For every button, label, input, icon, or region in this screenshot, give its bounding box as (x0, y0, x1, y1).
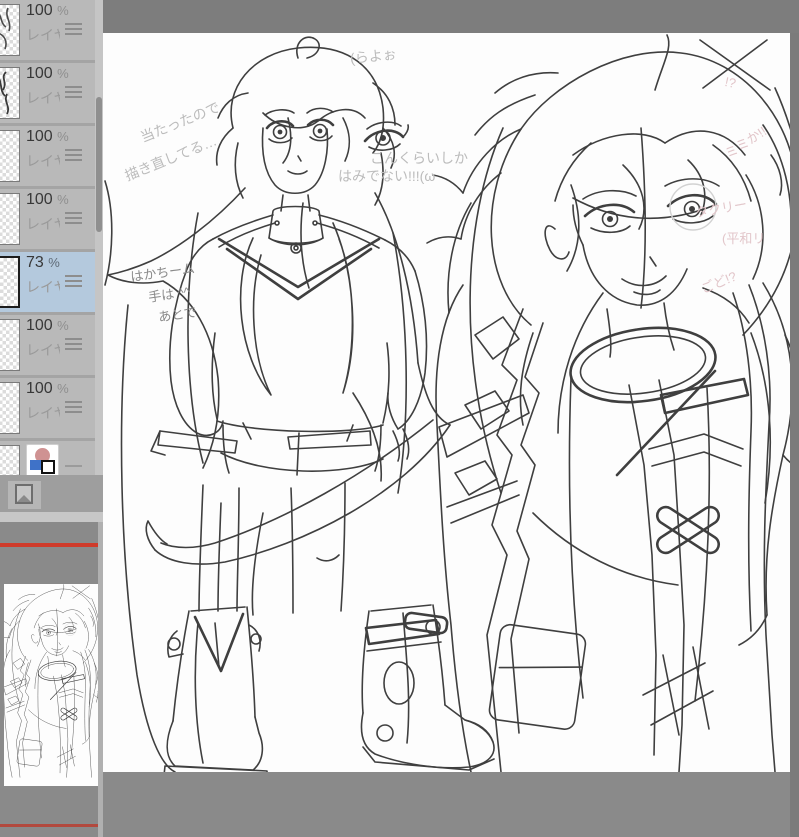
layer-thumbnail[interactable] (0, 193, 20, 245)
navigator-view-rect-bottom-edge (0, 824, 98, 827)
paint-app-window: 100 % レイヤ 100 % レイヤ 100 % レイ (0, 0, 799, 837)
layer-opacity[interactable]: 100 % (26, 128, 69, 146)
layer-opacity[interactable]: 100 % (26, 317, 69, 335)
canvas-surround-bottom (103, 772, 790, 837)
hamburger-icon[interactable] (65, 338, 82, 350)
layer-name: レイヤ (26, 90, 60, 106)
hamburger-icon[interactable] (65, 86, 82, 98)
layer-name: レイヤ (26, 27, 60, 43)
layer-row[interactable]: 100 % レイヤ (0, 378, 95, 438)
sketch-artwork (104, 34, 790, 772)
hamburger-icon[interactable] (65, 401, 82, 413)
layer-thumbnail[interactable] (0, 382, 20, 434)
layers-scrollbar-track[interactable] (95, 0, 103, 512)
navigator-preview-art (4, 584, 98, 778)
layer-thumbnail[interactable] (0, 67, 20, 119)
layer-row[interactable]: 100 % レイヤ (0, 315, 95, 375)
layer-name: レイヤ (26, 342, 60, 358)
layer-row[interactable]: 100 % レイヤ (0, 63, 95, 123)
canvas-surround-top (103, 0, 799, 33)
palette-toolbar (0, 475, 103, 512)
canvas-surround-right (790, 33, 799, 837)
navigator-canvas-preview[interactable] (4, 584, 98, 786)
layer-row-selected[interactable]: 73 % レイヤ (0, 252, 95, 312)
layer-row-paper[interactable] (0, 441, 95, 475)
layer-name: レイヤ (26, 405, 60, 421)
layer-opacity[interactable]: 100 % (26, 65, 69, 83)
paper-color-icon (26, 444, 59, 475)
left-panel-column: 100 % レイヤ 100 % レイヤ 100 % レイ (0, 0, 103, 837)
layer-name: レイヤ (26, 279, 60, 295)
layer-opacity[interactable]: 100 % (26, 191, 69, 209)
hamburger-icon[interactable] (65, 149, 82, 161)
hamburger-icon[interactable] (65, 465, 82, 475)
layer-opacity[interactable]: 73 % (26, 254, 60, 272)
layer-thumbnail[interactable] (0, 4, 20, 56)
layer-thumbnail[interactable] (0, 319, 20, 371)
layer-list: 100 % レイヤ 100 % レイヤ 100 % レイ (0, 0, 95, 475)
layer-thumbnail[interactable] (0, 130, 20, 182)
navigator-view-rect-top-edge (0, 543, 98, 547)
layer-opacity[interactable]: 100 % (26, 380, 69, 398)
layer-name: レイヤ (26, 216, 60, 232)
layer-row[interactable]: 100 % レイヤ (0, 126, 95, 186)
layer-thumbnail[interactable] (0, 256, 20, 308)
hamburger-icon[interactable] (65, 212, 82, 224)
layer-thumbnail[interactable] (0, 445, 20, 475)
canvas-page-icon[interactable] (8, 481, 41, 509)
layers-scrollbar-thumb[interactable] (96, 97, 102, 232)
layer-opacity[interactable]: 100 % (26, 2, 69, 20)
layer-name: レイヤ (26, 153, 60, 169)
layer-row[interactable]: 100 % レイヤ (0, 0, 95, 60)
drawing-canvas[interactable]: 当たったので 描き直してる… (らよぉ こんくらいしか はみでない!!!(ω は… (103, 33, 790, 772)
layer-row[interactable]: 100 % レイヤ (0, 189, 95, 249)
hamburger-icon[interactable] (65, 275, 82, 287)
navigator-header-bar[interactable] (0, 512, 103, 522)
hamburger-icon[interactable] (65, 23, 82, 35)
